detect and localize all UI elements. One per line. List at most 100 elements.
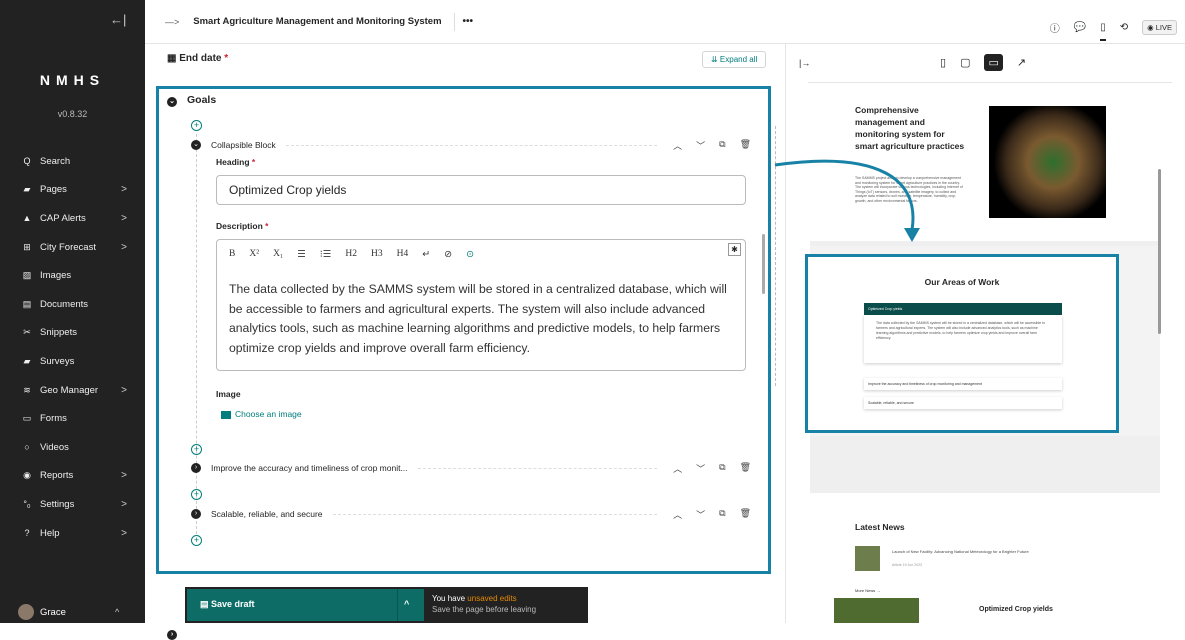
h4-button[interactable]: H4	[397, 249, 409, 260]
info-icon[interactable]: ⓘ	[1050, 20, 1060, 35]
duplicate-icon[interactable]: ⧉	[719, 462, 725, 475]
divider	[417, 467, 657, 469]
areas-title: Our Areas of Work	[924, 277, 1000, 287]
chevron-right-icon: >	[121, 498, 127, 510]
divider	[453, 12, 455, 31]
move-down-icon[interactable]: ﹀	[696, 508, 705, 521]
tablet-icon[interactable]: ▢	[960, 56, 970, 69]
delete-icon[interactable]: 🗑	[740, 139, 751, 152]
help-icon: ?	[24, 528, 30, 539]
move-down-icon[interactable]: ﹀	[696, 139, 705, 152]
topbar-actions: ⓘ 💬 ▯ ⟲ ◉ LIVE	[1050, 14, 1177, 41]
news-headline[interactable]: Launch of New Facility: Advancing Nation…	[892, 549, 1112, 554]
superscript-button[interactable]: X²	[249, 249, 259, 260]
sidebar-item-help[interactable]: ? Help >	[0, 519, 145, 548]
sidebar-item-label: Settings	[40, 498, 75, 510]
sidebar-item-videos[interactable]: ○ Videos	[0, 433, 145, 462]
goals-section-toggle[interactable]: ⌄ Goals	[167, 94, 216, 107]
accordion-item-open[interactable]: Optimized Crop yields The data collected…	[864, 303, 1062, 363]
page-title: Smart Agriculture Management and Monitor…	[193, 16, 442, 27]
rich-text-toolbar: B X² X₁ ☰ ⁝☰ H2 H3 H4 ↵ ⊘ ⊙	[229, 249, 474, 260]
sidebar-item-city-forecast[interactable]: ⊞ City Forecast >	[0, 233, 145, 262]
move-up-icon[interactable]: ︿	[673, 508, 682, 521]
sidebar-item-geo-manager[interactable]: ≋ Geo Manager >	[0, 376, 145, 405]
divider	[332, 513, 657, 515]
table-icon: ⊞	[23, 241, 31, 252]
chevron-right-icon: >	[121, 470, 127, 482]
chevron-up-icon: ^	[115, 607, 120, 617]
image-icon	[221, 410, 231, 419]
comments-icon[interactable]: 💬	[1074, 22, 1086, 33]
snippet-icon: ✂	[23, 327, 31, 338]
sidebar-item-images[interactable]: ▨ Images	[0, 261, 145, 290]
sidebar-item-surveys[interactable]: ▰ Surveys	[0, 347, 145, 376]
choose-image-link[interactable]: Choose an image	[221, 409, 302, 419]
chevron-up-icon[interactable]: ^	[404, 599, 409, 609]
duplicate-icon[interactable]: ⧉	[719, 139, 725, 152]
toggle-sidebar-icon[interactable]: —>	[165, 17, 179, 27]
heading-input[interactable]: Optimized Crop yields	[216, 175, 746, 205]
more-news-link[interactable]: More News →	[855, 588, 880, 593]
duplicate-icon[interactable]: ⧉	[719, 508, 725, 521]
save-draft-button[interactable]: ▤ Save draft ^	[187, 589, 424, 621]
add-block-button[interactable]: +	[191, 535, 202, 546]
line-break-button[interactable]: ↵	[422, 249, 430, 260]
user-account-button[interactable]: Grace ^	[18, 604, 119, 620]
add-block-button[interactable]: +	[191, 489, 202, 500]
document-icon: ▤	[22, 298, 32, 309]
chevron-right-icon: >	[121, 184, 127, 196]
pin-toolbar-icon[interactable]: ✱	[728, 243, 741, 256]
bullet-list-button[interactable]: ☰	[297, 249, 306, 260]
h2-button[interactable]: H2	[345, 249, 357, 260]
sidebar-item-forms[interactable]: ▭ Forms	[0, 404, 145, 433]
reports-icon: ◉	[23, 470, 31, 481]
move-down-icon[interactable]: ﹀	[696, 462, 705, 475]
collapse-sidebar-icon[interactable]: ←|	[110, 12, 126, 27]
live-badge[interactable]: ◉ LIVE	[1142, 20, 1177, 35]
sidebar-item-cap-alerts[interactable]: ▲ CAP Alerts >	[0, 204, 145, 233]
expand-all-button[interactable]: ⇊ Expand all	[702, 51, 767, 68]
collapsible-block-header[interactable]: › Improve the accuracy and timeliness of …	[191, 461, 751, 475]
subscript-button[interactable]: X₁	[273, 249, 283, 260]
delete-icon[interactable]: 🗑	[740, 462, 751, 475]
bold-button[interactable]: B	[229, 249, 235, 260]
sidebar-item-pages[interactable]: ▰ Pages >	[0, 176, 145, 205]
comment-button[interactable]: ⊙	[466, 249, 474, 260]
sidebar-item-reports[interactable]: ◉ Reports >	[0, 462, 145, 491]
sidebar-item-label: Pages	[40, 184, 67, 196]
sidebar-item-documents[interactable]: ▤ Documents	[0, 290, 145, 319]
history-icon[interactable]: ⟲	[1120, 22, 1128, 33]
numbered-list-button[interactable]: ⁝☰	[320, 249, 332, 260]
description-editor[interactable]: B X² X₁ ☰ ⁝☰ H2 H3 H4 ↵ ⊘ ⊙ ✱ The data c…	[216, 239, 746, 371]
divider	[397, 589, 398, 621]
search-icon: Q	[23, 156, 31, 167]
preview-scrollbar[interactable]	[1158, 169, 1161, 334]
link-button[interactable]: ⊘	[444, 249, 452, 260]
accordion-item[interactable]: Improve the accuracy and timeliness of c…	[864, 378, 1062, 390]
hero-paragraph: The SAMMS project aims to develop a comp…	[855, 176, 963, 203]
add-block-button[interactable]: +	[191, 444, 202, 455]
avatar	[18, 604, 34, 620]
collapsible-block-header[interactable]: ⌄ Collapsible Block ︿ ﹀ ⧉ 🗑	[191, 138, 751, 152]
open-external-icon[interactable]: ↗	[1017, 56, 1026, 69]
collapsed-section-toggle[interactable]: ›	[167, 627, 187, 640]
editor-scrollbar[interactable]	[762, 234, 765, 294]
accordion-item[interactable]: Scalable, reliable, and secure	[864, 397, 1062, 409]
move-up-icon[interactable]: ︿	[673, 139, 682, 152]
add-block-button[interactable]: +	[191, 120, 202, 131]
mobile-preview-icon[interactable]: ▯	[1100, 22, 1106, 41]
more-actions-icon[interactable]: •••	[463, 16, 474, 27]
h3-button[interactable]: H3	[371, 249, 383, 260]
collapsible-block-header[interactable]: › Scalable, reliable, and secure ︿ ﹀ ⧉ 🗑	[191, 507, 751, 521]
sidebar-item-label: Documents	[40, 298, 89, 310]
sidebar-item-search[interactable]: Q Search	[0, 147, 145, 176]
sidebar-item-snippets[interactable]: ✂ Snippets	[0, 319, 145, 348]
collapse-preview-icon[interactable]: |→	[799, 58, 810, 68]
desktop-icon[interactable]: ▭	[984, 54, 1003, 71]
heading-label: Heading *	[216, 157, 256, 167]
mobile-icon[interactable]: ▯	[940, 56, 946, 69]
hero-section: Comprehensive management and monitoring …	[810, 96, 1160, 241]
delete-icon[interactable]: 🗑	[740, 508, 751, 521]
move-up-icon[interactable]: ︿	[673, 462, 682, 475]
sidebar-item-settings[interactable]: °₀ Settings >	[0, 490, 145, 519]
